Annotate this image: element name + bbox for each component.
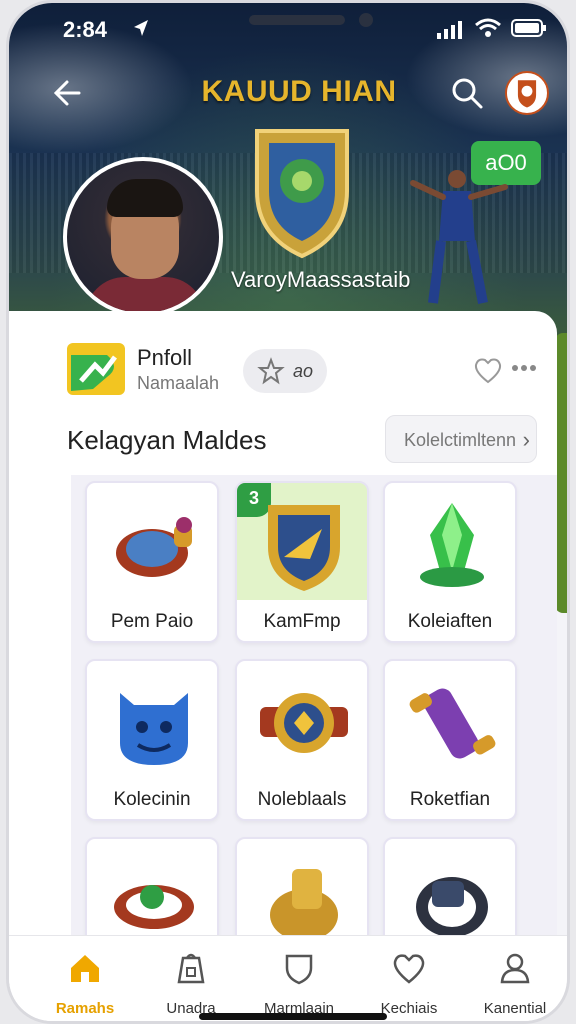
lantern-icon <box>177 953 205 984</box>
item-tile-selected[interactable]: 3 KamFmp <box>235 481 369 643</box>
status-time: 2:84 <box>63 17 108 42</box>
collection-button[interactable]: Kolelctimltenn › <box>385 415 537 463</box>
phone-screen: 2:84 KAUUD HIAN aO0 VaroyMaassastaib Pnf… <box>6 0 570 1024</box>
purple-scroll-icon <box>409 688 496 759</box>
user-icon <box>500 953 530 984</box>
item-label: Kolecinin <box>113 789 191 810</box>
home-indicator[interactable] <box>199 1013 387 1020</box>
club-crest-icon[interactable] <box>505 71 549 115</box>
nav-label: Kanential <box>483 1000 547 1017</box>
nav-item-home[interactable]: Ramahs <box>33 944 137 1021</box>
profile-logo-icon <box>67 343 125 395</box>
nav-item-kechiais[interactable]: Kechiais <box>357 944 461 1021</box>
avatar[interactable] <box>63 157 223 317</box>
collection-button-label: Kolelctimltenn <box>404 430 517 450</box>
rating-value: ao <box>293 361 314 381</box>
item-label: Roketfian <box>409 789 491 810</box>
shield-emblem-icon <box>268 505 340 591</box>
wifi-icon <box>475 18 501 37</box>
item-label: Koleiaften <box>407 611 493 632</box>
item-label: Noleblaals <box>257 789 347 810</box>
shield-icon <box>285 954 313 985</box>
trophy-emblem-icon <box>255 129 349 259</box>
battery-icon <box>511 19 546 37</box>
hero-banner: 2:84 KAUUD HIAN aO0 VaroyMaassastaib <box>9 3 567 343</box>
player-figure <box>410 170 508 304</box>
nav-item-marmlaain[interactable]: Marmlaain <box>247 944 351 1021</box>
back-arrow-icon[interactable] <box>49 73 89 113</box>
item-tile[interactable]: Noleblaals <box>235 659 369 821</box>
signal-icon <box>437 21 462 39</box>
gold-medallion-icon <box>260 693 348 753</box>
app-title: KAUUD HIAN <box>201 75 397 108</box>
star-icon <box>257 357 285 385</box>
chevron-right-icon: › <box>522 427 530 452</box>
item-label: KamFmp <box>263 611 341 632</box>
item-label: Pem Paio <box>110 611 194 632</box>
heart-icon[interactable] <box>473 355 503 385</box>
green-gem-icon <box>420 503 484 587</box>
profile-name: Pnfoll <box>137 345 193 370</box>
item-tile[interactable]: Kolecinin <box>85 659 219 821</box>
profile-subtitle: Namaalah <box>137 373 220 393</box>
blue-creature-icon <box>120 693 188 765</box>
nav-label: Ramahs <box>55 1000 115 1017</box>
section-title: Kelagyan Maldes <box>67 425 267 455</box>
bottom-nav: Ramahs Unadra Marmlaain Kechiais Kanenti… <box>9 935 567 1021</box>
camera-dot <box>359 13 373 27</box>
more-icon[interactable] <box>511 363 537 373</box>
rating-pill[interactable]: ao <box>243 349 327 393</box>
location-arrow-icon <box>134 20 148 36</box>
home-icon <box>71 955 99 982</box>
item-tile[interactable]: Pem Paio <box>85 481 219 643</box>
heart-icon <box>393 954 425 984</box>
item-tile[interactable]: Koleiaften <box>383 481 517 643</box>
magic-lamp-icon <box>116 517 192 577</box>
search-icon[interactable] <box>447 73 487 113</box>
speaker-notch <box>249 15 345 25</box>
status-bar: 2:84 <box>9 3 567 55</box>
nav-item-kanential[interactable]: Kanential <box>463 944 567 1021</box>
username-label: VaroyMaassastaib <box>231 267 411 292</box>
item-tile[interactable]: Roketfian <box>383 659 517 821</box>
nav-item-unadra[interactable]: Unadra <box>139 944 243 1021</box>
